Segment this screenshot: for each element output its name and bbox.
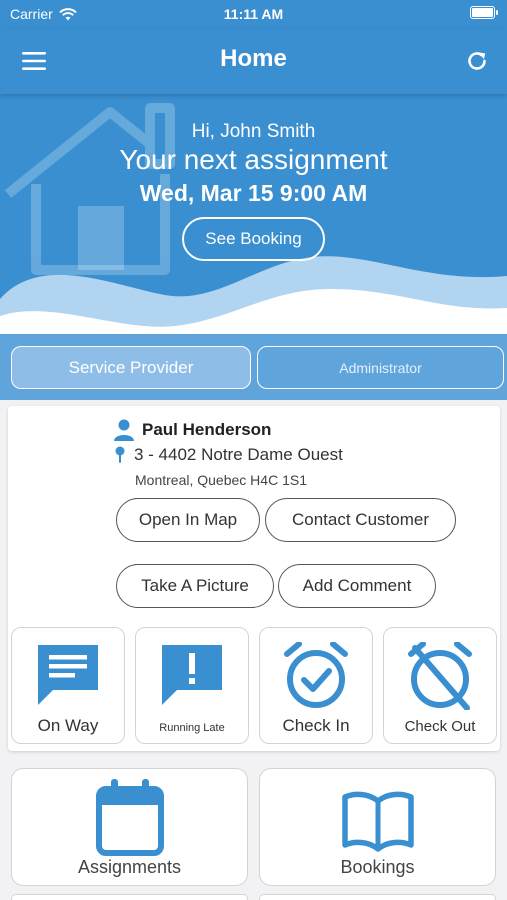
check-in-tile[interactable]: Check In <box>259 627 373 744</box>
on-way-label: On Way <box>37 716 99 735</box>
alert-message-icon <box>162 645 222 705</box>
booking-card: Paul Henderson 3 - 4402 Notre Dame Ouest… <box>8 406 500 751</box>
check-out-tile[interactable]: Check Out <box>383 627 497 744</box>
take-picture-button[interactable]: Take A Picture <box>116 564 274 608</box>
bookings-tile[interactable]: Bookings <box>259 768 496 886</box>
greeting-text: Hi, John Smith <box>191 121 316 142</box>
person-icon <box>114 419 134 441</box>
home-screen: Carrier 11:11 AM Home Hi, John Smith You… <box>0 0 507 900</box>
address-line-1: 3 - 4402 Notre Dame Ouest <box>134 445 343 464</box>
customer-name: Paul Henderson <box>142 420 272 439</box>
tab-service-provider[interactable]: Service Provider <box>11 346 251 389</box>
refresh-button[interactable] <box>459 44 495 78</box>
bookings-label: Bookings <box>340 857 415 877</box>
page-title: Home <box>220 45 287 72</box>
check-out-label: Check Out <box>404 718 476 735</box>
refresh-icon <box>468 52 486 70</box>
check-in-label: Check In <box>282 716 350 735</box>
contact-customer-button[interactable]: Contact Customer <box>265 498 456 542</box>
clock: 11:11 AM <box>223 6 284 22</box>
next-tile-right <box>259 894 496 900</box>
nav-bar: Home <box>0 28 507 94</box>
alarm-off-icon <box>408 642 472 710</box>
on-way-tile[interactable]: On Way <box>11 627 125 744</box>
message-icon <box>38 645 98 705</box>
assignments-tile[interactable]: Assignments <box>11 768 248 886</box>
assignment-datetime: Wed, Mar 15 9:00 AM <box>139 180 368 206</box>
role-switcher: Service Provider Administrator <box>0 334 507 400</box>
location-pin-icon <box>115 446 125 463</box>
running-late-label: Running Late <box>159 722 225 734</box>
open-in-map-button[interactable]: Open In Map <box>116 498 260 542</box>
assignments-label: Assignments <box>77 857 182 877</box>
see-booking-button[interactable]: See Booking <box>182 217 325 261</box>
add-comment-button[interactable]: Add Comment <box>278 564 436 608</box>
customer-row: Paul Henderson <box>114 419 271 441</box>
battery-icon <box>470 6 498 19</box>
next-tile-left <box>11 894 248 900</box>
status-bar: Carrier 11:11 AM <box>0 0 507 28</box>
next-assignment-heading: Your next assignment <box>119 144 388 175</box>
running-late-tile[interactable]: Running Late <box>135 627 249 744</box>
alarm-check-icon <box>284 642 348 708</box>
tab-administrator[interactable]: Administrator <box>257 346 504 389</box>
book-icon <box>341 791 414 852</box>
address-line-2: Montreal, Quebec H4C 1S1 <box>135 472 307 488</box>
calendar-icon <box>95 779 164 856</box>
address-row: 3 - 4402 Notre Dame Ouest <box>114 445 343 465</box>
next-assignment-banner: Hi, John Smith Your next assignment Wed,… <box>0 94 507 334</box>
